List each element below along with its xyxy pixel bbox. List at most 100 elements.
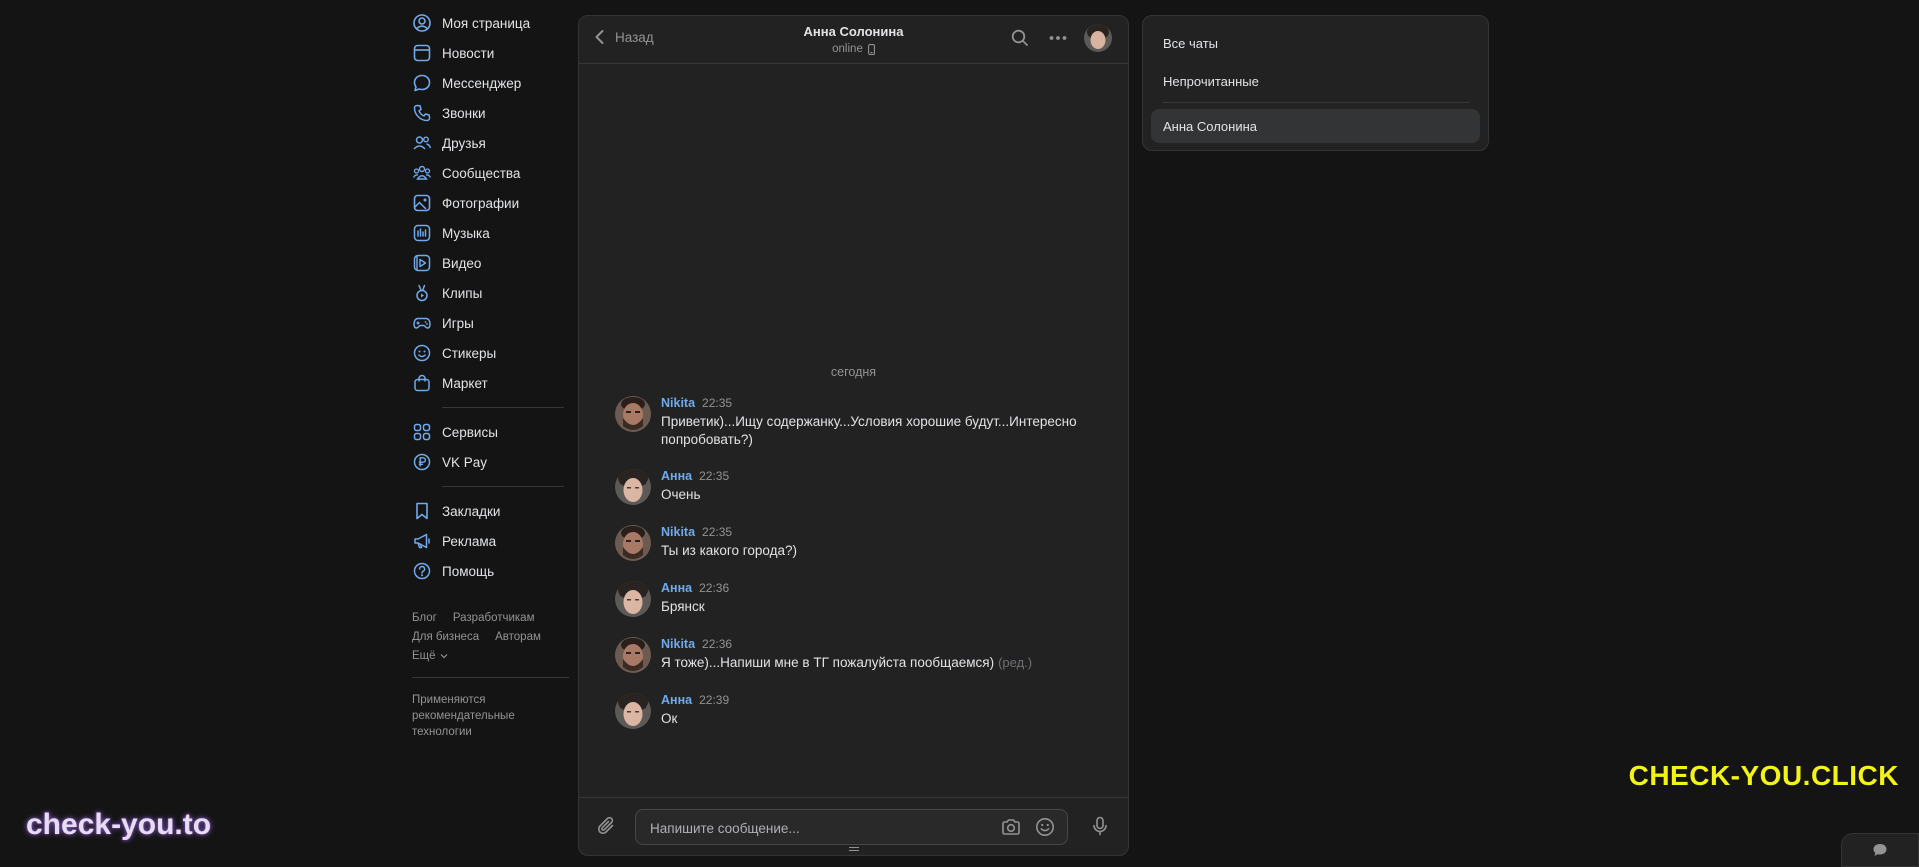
sidebar-item-label: Закладки [442, 503, 501, 519]
message-time: 22:35 [702, 396, 733, 410]
message-edited-mark: (ред.) [998, 655, 1033, 670]
sidebar-item-label: Маркет [442, 375, 488, 391]
message-author[interactable]: Nikita [661, 525, 695, 539]
filters-divider [1163, 102, 1470, 103]
sidebar-item-label: VK Pay [442, 454, 488, 470]
sidebar-item-profile[interactable]: Моя страница [412, 8, 572, 38]
chevron-down-icon [440, 652, 448, 660]
sidebar-item-photos[interactable]: Фотографии [412, 188, 572, 218]
ruble-circle-icon [412, 452, 432, 472]
message-text: Ты из какого города?) [661, 542, 797, 560]
sidebar-item-music[interactable]: Музыка [412, 218, 572, 248]
message-list: Nikita 22:35 Приветик)...Ищу содержанку...… [615, 396, 1095, 749]
peer-avatar[interactable] [1084, 24, 1112, 52]
message-time: 22:35 [702, 525, 733, 539]
megaphone-icon [412, 531, 432, 551]
footer-link-business[interactable]: Для бизнеса [412, 631, 479, 643]
message-item[interactable]: Анна 22:35 Очень [615, 469, 1095, 505]
search-icon[interactable] [1008, 26, 1032, 50]
message-item[interactable]: Анна 22:36 Брянск [615, 581, 1095, 617]
message-item[interactable]: Nikita 22:35 Ты из какого города?) [615, 525, 1095, 561]
message-item[interactable]: Анна 22:39 Ок [615, 693, 1095, 729]
emoji-smile-icon[interactable] [1033, 815, 1057, 839]
message-author-avatar[interactable] [615, 396, 651, 432]
message-author-avatar[interactable] [615, 525, 651, 561]
peer-status: online [832, 43, 875, 55]
sidebar-item-label: Игры [442, 315, 474, 331]
composer-resize-handle[interactable] [849, 847, 859, 853]
sidebar-item-label: Помощь [442, 563, 495, 579]
community-icon [412, 163, 432, 183]
paperclip-icon[interactable] [595, 814, 619, 838]
bookmark-icon [412, 501, 432, 521]
date-separator: сегодня [830, 365, 877, 379]
message-author[interactable]: Nikita [661, 396, 695, 410]
message-author-avatar[interactable] [615, 469, 651, 505]
sidebar-item-messenger[interactable]: Мессенджер [412, 68, 572, 98]
users-icon [412, 133, 432, 153]
footer-link-blog[interactable]: Блог [412, 612, 437, 624]
nav-extra-group: Закладки Реклама Помощь [412, 496, 572, 586]
message-author-avatar[interactable] [615, 693, 651, 729]
message-time: 22:36 [702, 637, 733, 651]
sidebar-item-communities[interactable]: Сообщества [412, 158, 572, 188]
left-navigation: Моя страница Новости Мессенджер Звонки Друзь… [412, 8, 572, 740]
message-time: 22:35 [699, 469, 730, 483]
message-author[interactable]: Анна [661, 693, 692, 707]
message-input[interactable] [648, 810, 992, 846]
chat-header: Назад Анна Солонина online [579, 16, 1128, 64]
sidebar-item-market[interactable]: Маркет [412, 368, 572, 398]
message-body: Анна 22:36 Брянск [661, 581, 729, 617]
footer-link-developers[interactable]: Разработчикам [453, 612, 535, 624]
camera-icon[interactable] [999, 815, 1023, 839]
sidebar-item-label: Стикеры [442, 345, 497, 361]
chat-filters-panel: Все чаты Непрочитанные Анна Солонина [1142, 15, 1489, 151]
sidebar-item-stickers[interactable]: Стикеры [412, 338, 572, 368]
sidebar-item-label: Моя страница [442, 15, 531, 31]
more-dots-icon[interactable] [1046, 26, 1070, 50]
nav-services-group: Сервисы VK Pay [412, 417, 572, 477]
footer-links: Блог Разработчикам Для бизнеса Авторам Е… [412, 608, 572, 665]
sidebar-item-vkpay[interactable]: VK Pay [412, 447, 572, 477]
message-item[interactable]: Nikita 22:35 Приветик)...Ищу содержанку...… [615, 396, 1095, 449]
peer-status-text: online [832, 43, 863, 55]
message-author-avatar[interactable] [615, 637, 651, 673]
sidebar-item-games[interactable]: Игры [412, 308, 572, 338]
sidebar-item-video[interactable]: Видео [412, 248, 572, 278]
message-author[interactable]: Анна [661, 581, 692, 595]
message-author[interactable]: Nikita [661, 637, 695, 651]
filter-current-chat[interactable]: Анна Солонина [1151, 109, 1480, 143]
message-text: Приветик)...Ищу содержанку...Условия хор… [661, 413, 1095, 449]
message-text-content: Я тоже)...Напиши мне в ТГ пожалуйста поо… [661, 655, 995, 670]
footer-more-button[interactable]: Ещё [412, 650, 448, 662]
footer-link-authors[interactable]: Авторам [495, 631, 541, 643]
message-text-content: Брянск [661, 599, 705, 614]
message-author-avatar[interactable] [615, 581, 651, 617]
sidebar-item-calls[interactable]: Звонки [412, 98, 572, 128]
sidebar-item-help[interactable]: Помощь [412, 556, 572, 586]
nav-divider [442, 486, 564, 487]
sidebar-item-clips[interactable]: Клипы [412, 278, 572, 308]
sidebar-item-label: Клипы [442, 285, 483, 301]
message-time: 22:36 [699, 581, 730, 595]
sidebar-item-news[interactable]: Новости [412, 38, 572, 68]
message-header: Nikita 22:35 [661, 396, 1095, 413]
mobile-phone-icon [867, 43, 875, 55]
sidebar-item-bookmarks[interactable]: Закладки [412, 496, 572, 526]
filter-all-chats[interactable]: Все чаты [1151, 26, 1480, 60]
message-header: Nikita 22:35 [661, 525, 797, 542]
sidebar-item-services[interactable]: Сервисы [412, 417, 572, 447]
message-text: Ок [661, 710, 729, 728]
question-circle-icon [412, 561, 432, 581]
sidebar-item-friends[interactable]: Друзья [412, 128, 572, 158]
message-body: Анна 22:39 Ок [661, 693, 729, 729]
sidebar-item-ads[interactable]: Реклама [412, 526, 572, 556]
microphone-icon[interactable] [1088, 814, 1112, 838]
sidebar-item-label: Друзья [442, 135, 486, 151]
sidebar-item-label: Видео [442, 255, 482, 271]
message-item[interactable]: Nikita 22:36 Я тоже)...Напиши мне в ТГ пож… [615, 637, 1095, 673]
filter-unread[interactable]: Непрочитанные [1151, 64, 1480, 98]
message-text: Я тоже)...Напиши мне в ТГ пожалуйста поо… [661, 654, 1032, 672]
message-author[interactable]: Анна [661, 469, 692, 483]
floating-chat-button[interactable] [1841, 833, 1919, 867]
